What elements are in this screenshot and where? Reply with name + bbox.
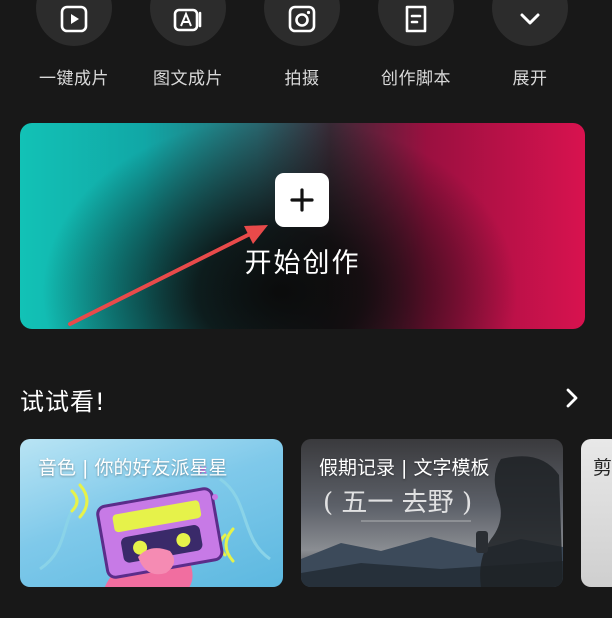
svg-text:( 五一 去野 ): ( 五一 去野 ) (323, 488, 472, 518)
template-card-partial[interactable]: 剪 (581, 439, 612, 587)
chevron-right-icon[interactable] (560, 386, 584, 410)
template-card-holiday[interactable]: ( 五一 去野 ) 假期记录 | 文字模板 (301, 439, 563, 587)
section-title: 试试看! (20, 388, 106, 416)
card-title: 音色 | 你的好友派星星 (38, 457, 228, 479)
template-card-voice[interactable]: 音色 | 你的好友派星星 (20, 439, 283, 587)
card-title: 假期记录 | 文字模板 (319, 457, 490, 479)
card-title: 剪 (593, 457, 612, 479)
